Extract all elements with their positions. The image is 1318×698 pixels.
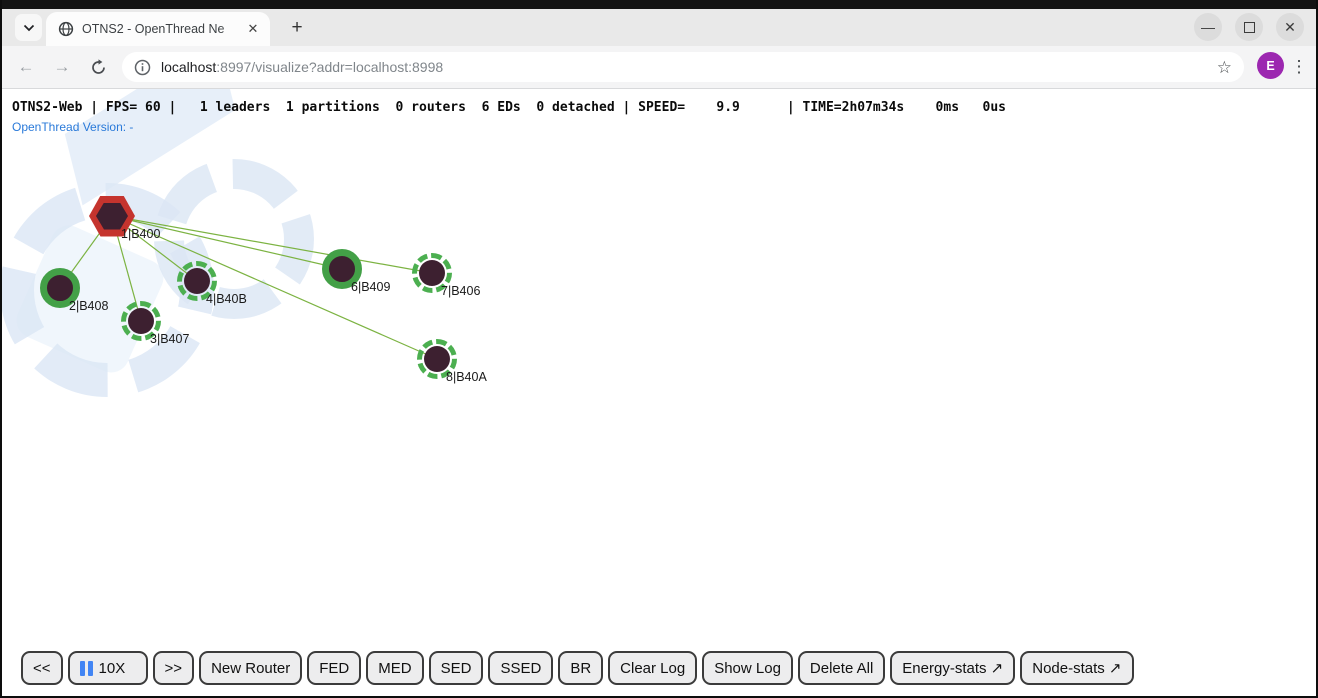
button-label: Show Log <box>714 660 781 677</box>
node-label-3-b407: 3|B407 <box>150 332 189 346</box>
new-tab-button[interactable]: + <box>284 15 310 41</box>
window-controls: — ✕ <box>1194 13 1304 41</box>
toolbar-divider <box>2 88 1316 89</box>
node-label-7-b406: 7|B406 <box>441 284 480 298</box>
node-core <box>419 260 445 286</box>
topology-edges <box>2 89 702 569</box>
button-label: << <box>33 660 51 677</box>
node-label-4-b40b: 4|B40B <box>206 292 247 306</box>
button-label: Energy-stats ↗ <box>902 659 1003 677</box>
url-text[interactable]: localhost:8997/visualize?addr=localhost:… <box>161 59 1217 75</box>
button-label: FED <box>319 660 349 677</box>
node-label-8-b40a: 8|B40A <box>446 370 487 384</box>
maximize-icon <box>1244 22 1255 33</box>
globe-icon <box>58 21 74 37</box>
radio-link-edge <box>112 216 342 269</box>
back-button[interactable]: ← <box>14 55 38 79</box>
delete-all-button[interactable]: Delete All <box>798 651 885 685</box>
reload-button[interactable] <box>86 55 110 79</box>
maximize-button[interactable] <box>1235 13 1263 41</box>
node-label-6-b409: 6|B409 <box>351 280 390 294</box>
topology-stage: 1|B400 2|B408 3|B407 4|B40B 6|B409 7|B406 8|B4… <box>2 89 1316 696</box>
tab-otns2[interactable]: OTNS2 - OpenThread Ne ✕ <box>46 12 270 46</box>
node-core <box>96 203 128 230</box>
tab-search-button[interactable] <box>15 14 42 41</box>
tab-close-icon[interactable]: ✕ <box>244 20 262 38</box>
minimize-button[interactable]: — <box>1194 13 1222 41</box>
br-button[interactable]: BR <box>558 651 603 685</box>
profile-avatar[interactable]: E <box>1257 52 1284 79</box>
url-host: localhost <box>161 59 216 75</box>
otns-canvas: OTNS2-Web | FPS= 60 | 1 leaders 1 partit… <box>2 89 1316 696</box>
tab-strip: OTNS2 - OpenThread Ne ✕ + — ✕ <box>2 9 1316 46</box>
ssed-button[interactable]: SSED <box>488 651 553 685</box>
site-info-icon[interactable] <box>134 59 151 76</box>
window-top-edge <box>2 0 1316 9</box>
pause-icon <box>80 661 93 676</box>
energy-stats-button[interactable]: Energy-stats ↗ <box>890 651 1015 685</box>
button-label: 10X <box>99 660 126 677</box>
close-button[interactable]: ✕ <box>1276 13 1304 41</box>
node-core <box>424 346 450 372</box>
fed-button[interactable]: FED <box>307 651 361 685</box>
button-label: SSED <box>500 660 541 677</box>
button-label: >> <box>165 660 183 677</box>
bookmark-star-icon[interactable]: ☆ <box>1217 59 1232 76</box>
button-label: BR <box>570 660 591 677</box>
forward-button[interactable]: → <box>50 55 74 79</box>
simulation-status-line: OTNS2-Web | FPS= 60 | 1 leaders 1 partit… <box>12 100 1006 115</box>
url-path: :8997/visualize?addr=localhost:8998 <box>216 59 443 75</box>
sed-button[interactable]: SED <box>429 651 484 685</box>
step-back-button[interactable]: << <box>21 651 63 685</box>
node-label-2-b408: 2|B408 <box>69 299 108 313</box>
button-label: SED <box>441 660 472 677</box>
chevron-down-icon <box>23 24 35 32</box>
openthread-version-link[interactable]: OpenThread Version: - <box>12 120 133 134</box>
browser-toolbar: ← → localhost:8997/visualize?addr=localh… <box>2 46 1316 88</box>
node-core <box>184 268 210 294</box>
node-label-1-b400: 1|B400 <box>121 227 160 241</box>
browser-menu-icon[interactable]: ⋮ <box>1288 54 1310 80</box>
tab-title: OTNS2 - OpenThread Ne <box>82 22 244 36</box>
step-forward-button[interactable]: >> <box>153 651 195 685</box>
reload-icon <box>90 59 107 76</box>
radio-link-edge <box>112 216 432 273</box>
button-label: MED <box>378 660 411 677</box>
address-bar[interactable]: localhost:8997/visualize?addr=localhost:… <box>122 52 1244 82</box>
med-button[interactable]: MED <box>366 651 423 685</box>
node-core <box>128 308 154 334</box>
clear-log-button[interactable]: Clear Log <box>608 651 697 685</box>
button-label: Node-stats ↗ <box>1032 659 1121 677</box>
new-router-button[interactable]: New Router <box>199 651 302 685</box>
button-label: Delete All <box>810 660 873 677</box>
speed-10x-button[interactable]: 10X <box>68 651 148 685</box>
node-stats-button[interactable]: Node-stats ↗ <box>1020 651 1133 685</box>
button-label: Clear Log <box>620 660 685 677</box>
simulation-controls: << 10X >> New Router FED MED SED SSED BR Clear Lo… <box>21 651 1134 685</box>
show-log-button[interactable]: Show Log <box>702 651 793 685</box>
browser-window: OTNS2 - OpenThread Ne ✕ + — ✕ ← → <box>0 0 1318 698</box>
button-label: New Router <box>211 660 290 677</box>
